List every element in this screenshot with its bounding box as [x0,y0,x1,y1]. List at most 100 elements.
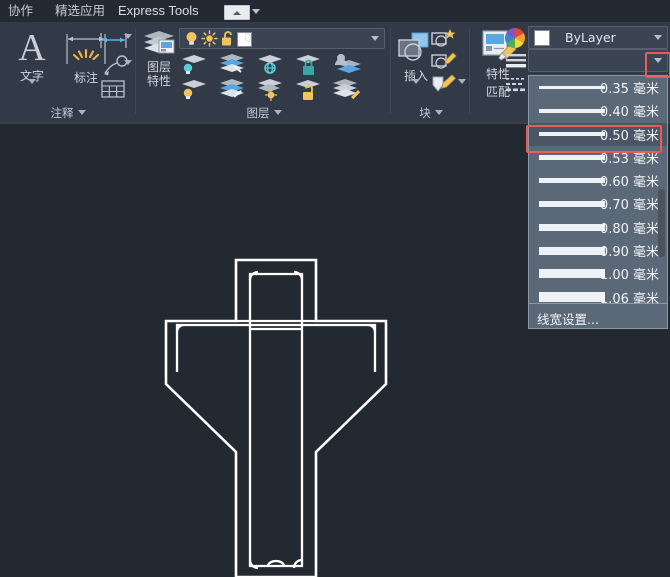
lineweight-settings-item[interactable]: 线宽设置... [528,303,668,329]
layer-isolate-button[interactable] [179,52,209,76]
lineweight-option[interactable]: 0.80 毫米 [529,216,667,239]
layer-match-icon [333,79,361,100]
tab-express-tools[interactable]: Express Tools [118,0,199,22]
lineweight-option-label: 0.50 毫米 [599,128,659,144]
ribbon-tab-bar: 协作 精选应用 Express Tools [0,0,670,23]
chevron-down-icon[interactable] [412,79,420,101]
chevron-down-icon [273,110,282,115]
minimize-ribbon-button[interactable] [224,5,250,20]
color-combo[interactable]: ByLayer [528,26,668,49]
edit-block-button[interactable] [430,50,458,72]
layer-isolate-icon [182,55,206,74]
color-value: ByLayer [565,30,616,45]
chevron-down-icon[interactable] [28,79,36,101]
layer-name-value: 0 [244,31,252,45]
lineweight-option-label: 0.70 毫米 [599,198,659,214]
create-block-button[interactable] [430,27,458,49]
chevron-down-icon[interactable] [654,58,662,63]
edit-attribute-icon [432,74,456,92]
lineweight-preview-bar [539,155,605,160]
chevron-down-icon[interactable] [124,60,132,65]
lineweight-preview-bar [539,132,605,137]
leader-button[interactable] [97,54,131,78]
lineweight-combo[interactable] [528,49,668,72]
up-triangle-icon [233,10,241,15]
color-wheel-button[interactable] [503,26,527,50]
create-block-icon [431,29,456,47]
layer-freeze-icon [258,79,282,101]
lineweight-option[interactable]: 0.70 毫米 [529,192,667,215]
chevron-down-icon[interactable] [124,34,132,39]
chevron-down-icon[interactable] [371,36,379,41]
text-tool-button[interactable]: A 文字 [6,29,58,102]
lineweight-preview-bar [539,109,605,113]
panel-label-text: 图层 [246,106,270,120]
chevron-down-icon[interactable] [654,35,662,40]
lineweight-option[interactable]: 0.90 毫米 [529,239,667,262]
panel-label-block[interactable]: 块 [392,105,470,121]
lineweight-dropdown-list[interactable]: 0.35 毫米 0.40 毫米 0.50 毫米 0.53 毫米 0.60 毫米 0.70 … [528,75,668,310]
table-button[interactable] [100,78,126,100]
lineweight-option[interactable]: 0.60 毫米 [529,169,667,192]
lineweight-preview-bar [539,292,605,303]
linetype-button[interactable] [505,52,527,72]
lineweight-option-label: 0.90 毫米 [599,245,659,261]
panel-label-text: 块 [419,106,431,120]
unlocked-padlock-icon [222,31,232,46]
sun-icon [201,30,218,47]
lineweight-option[interactable]: 1.00 毫米 [529,262,667,285]
layer-previous-icon [220,54,244,73]
panel-label-layer[interactable]: 图层 [137,105,391,121]
lineweight-preview-bar [539,201,605,208]
tab-collaborate[interactable]: 协作 [8,0,33,22]
chevron-down-icon[interactable] [252,9,260,14]
edit-attribute-button[interactable] [430,73,458,95]
layer-off-icon [182,80,206,99]
panel-label-text: 注释 [50,106,74,120]
lineweight-option[interactable]: 0.40 毫米 [529,99,667,122]
leader-icon [104,55,128,76]
chevron-down-icon [77,110,86,115]
layer-merge-icon [335,54,361,73]
chevron-down-icon [434,110,443,115]
layer-match-button[interactable] [331,77,361,101]
lineweight-option[interactable]: 0.50 毫米 [529,122,667,146]
layer-off-button[interactable] [179,77,209,101]
lineweight-option-label: 0.80 毫米 [599,221,659,237]
layer-combo[interactable]: 0 [179,28,385,49]
edit-block-icon [431,52,457,69]
panel-layer: 图层 特性 0 图层 [137,22,391,122]
layers-properties-icon [144,31,175,54]
color-wheel-icon [505,28,525,48]
lineweight-option-label: 0.53 毫米 [599,151,659,167]
lineweight-preview-bar [539,223,605,231]
lineweight-option-label: 0.40 毫米 [599,105,659,121]
lineweight-option-label: 1.00 毫米 [599,268,659,284]
linetype-icon [506,54,526,68]
lineweight-option[interactable]: 0.53 毫米 [529,146,667,169]
layer-previous-button[interactable] [217,52,247,76]
lineweight-preview-bar [539,246,605,255]
layer-merge-button[interactable] [331,52,361,76]
layer-properties-label-1: 图层 [146,60,171,74]
panel-divider [469,28,470,114]
layer-make-current-button[interactable] [217,77,247,101]
layer-freeze-button[interactable] [255,77,285,101]
layer-unisolate-icon [258,55,282,74]
lightbulb-on-icon [186,32,197,45]
panel-block: 插入 块 [392,22,470,122]
dropdown-scrollbar-thumb[interactable] [658,189,665,257]
panel-label-annotation[interactable]: 注释 [0,105,136,121]
application-window: 协作 精选应用 Express Tools A 文字 标注 注释 图层 特性 0… [0,0,670,577]
lineweight-button[interactable] [505,76,527,98]
chevron-down-icon[interactable] [458,79,466,84]
layer-lock-icon [296,55,320,75]
layer-unlock-button[interactable] [293,77,323,101]
layer-unisolate-button[interactable] [255,52,285,76]
tab-featured-apps[interactable]: 精选应用 [55,0,105,22]
table-icon [101,80,125,98]
layer-lock-button[interactable] [293,52,323,76]
color-swatch [534,30,550,46]
layer-properties-button[interactable]: 图层 特性 [139,28,179,88]
lineweight-option[interactable]: 0.35 毫米 [529,76,667,99]
